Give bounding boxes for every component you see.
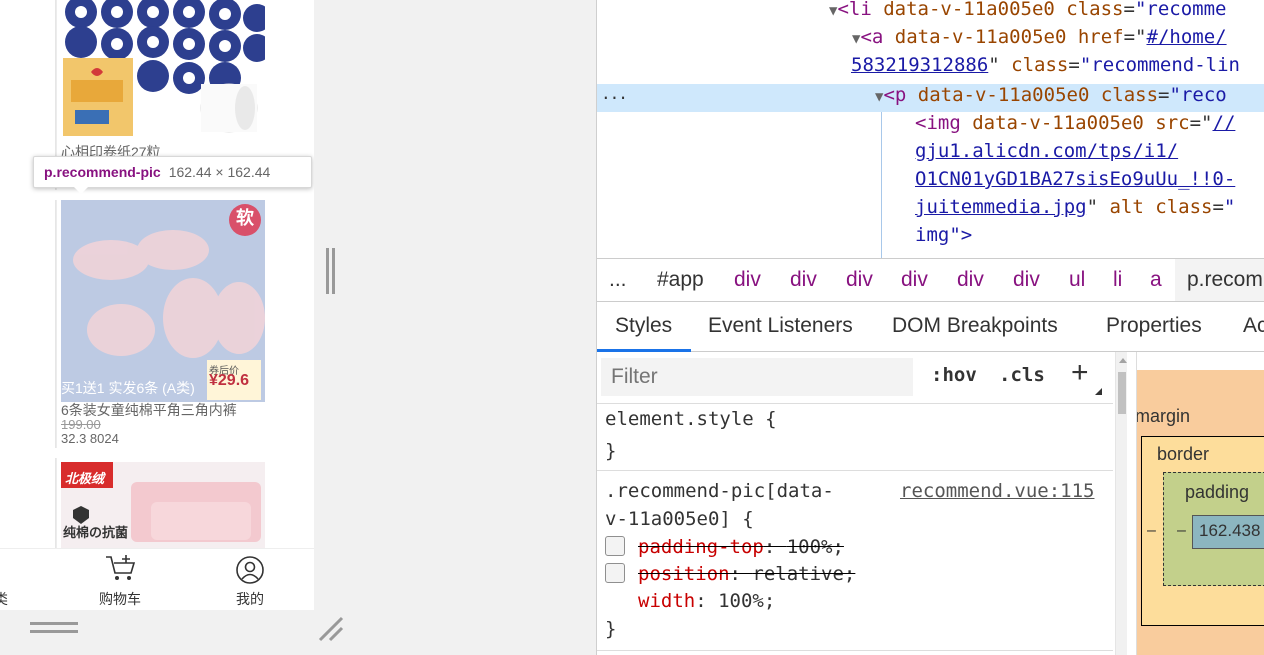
content-size-value: 162.438 — [1199, 521, 1261, 540]
promo-text: 买1送1 实发6条 (A类) — [61, 380, 195, 396]
element-style-close: } — [605, 440, 617, 462]
tab-properties[interactable]: Properties — [1106, 314, 1202, 338]
tooltip-arrow — [74, 187, 88, 194]
product-label: 纯棉の抗菌 — [63, 525, 129, 540]
style-property[interactable]: width: 100%; — [638, 590, 775, 612]
img-src-line[interactable]: juitemmedia.jpg" alt class=" — [915, 196, 1235, 218]
filter-input[interactable] — [601, 358, 913, 396]
user-icon — [236, 556, 264, 584]
styles-scrollbar[interactable] — [1115, 352, 1127, 655]
box-model-diagram: margin border padding – – 162.438 — [1136, 352, 1264, 655]
tab-accessibility[interactable]: Ac — [1243, 314, 1264, 338]
breadcrumb-item[interactable]: div — [957, 268, 984, 292]
breadcrumb-item[interactable]: div — [846, 268, 873, 292]
border-label: border — [1157, 444, 1210, 464]
cls-toggle[interactable]: .cls — [999, 364, 1045, 386]
breadcrumb-item[interactable]: div — [734, 268, 761, 292]
style-property-row[interactable] — [605, 563, 625, 588]
tab-label: 购物车 — [99, 591, 141, 607]
rule-selector-cont[interactable]: v-11a005e0] { — [605, 508, 754, 530]
scrollbar-thumb[interactable] — [1118, 372, 1126, 414]
product-card[interactable]: 软 券后价 ¥29.6 买1送1 实发6条 (A类) 6条装女童纯棉平角三角内裤… — [56, 200, 314, 448]
dom-node-li[interactable]: ▼<li data-v-11a005e0 class="recomme — [829, 0, 1226, 20]
margin-left-value: – — [1147, 522, 1156, 539]
padding-label: padding — [1185, 482, 1250, 502]
soft-badge: 软 — [236, 208, 254, 229]
elements-tree: ▼<li data-v-11a005e0 class="recomme ▼<a … — [597, 0, 1264, 258]
tooltip-size: 162.44 × 162.44 — [168, 164, 271, 180]
styles-pane: :hov .cls + element.style { } .recommend… — [597, 352, 1127, 655]
original-price: 199.00 — [61, 417, 101, 432]
margin-label: margin — [1136, 406, 1191, 426]
hov-toggle[interactable]: :hov — [931, 364, 977, 386]
breadcrumb-item[interactable]: div — [1013, 268, 1040, 292]
tab-profile[interactable]: 我的 — [218, 553, 282, 610]
breadcrumb: ... #app div div div div div div ul li a… — [597, 258, 1264, 302]
rule-source-link[interactable]: recommend.vue:115 — [900, 480, 1094, 502]
style-property[interactable]: position: relative; — [638, 563, 855, 585]
img-tag-end: img"> — [915, 224, 973, 246]
breadcrumb-item: p.recom — [1187, 268, 1263, 291]
cart-icon — [106, 555, 136, 580]
divider — [597, 650, 1113, 651]
brand-label: 北极绒 — [65, 471, 105, 486]
element-inspect-tooltip: p.recommend-pic 162.44 × 162.44 — [33, 156, 312, 188]
resize-corner-icon[interactable] — [318, 616, 346, 642]
property-checkbox[interactable] — [605, 536, 625, 556]
breadcrumb-item[interactable]: ul — [1069, 268, 1085, 292]
devtools-panel: ▼<li data-v-11a005e0 class="recomme ▼<a … — [596, 0, 1264, 655]
tab-dom-breakpoints[interactable]: DOM Breakpoints — [892, 314, 1058, 338]
left-column — [0, 200, 56, 448]
product-card[interactable]: 北极绒 纯棉の抗菌 — [56, 458, 314, 548]
filter-input-wrap[interactable] — [601, 358, 913, 396]
price-tag-value: ¥29.6 — [209, 372, 250, 389]
resize-handle-horizontal[interactable] — [30, 622, 78, 636]
img-src-line[interactable]: gju1.alicdn.com/tps/i1/ — [915, 140, 1178, 162]
tree-guide — [881, 112, 882, 258]
dom-node-img[interactable]: <img data-v-11a005e0 src="// — [915, 112, 1235, 134]
tab-cart[interactable]: 购物车 — [88, 553, 152, 610]
style-property-row[interactable] — [605, 536, 625, 561]
new-style-rule-button[interactable]: + — [1071, 356, 1089, 390]
bottom-tabbar: 类 购物车 我的 — [0, 548, 314, 610]
resize-handle-vertical[interactable] — [326, 248, 336, 294]
tab-label: 类 — [0, 591, 8, 607]
breadcrumb-item[interactable]: div — [790, 268, 817, 292]
sidebar-tabs: Styles Event Listeners DOM Breakpoints P… — [597, 302, 1264, 352]
new-rule-menu-icon — [1095, 388, 1102, 395]
property-checkbox[interactable] — [605, 563, 625, 583]
scroll-up-icon[interactable] — [1119, 358, 1127, 363]
dom-node-a[interactable]: ▼<a data-v-11a005e0 href="#/home/ — [852, 26, 1227, 48]
device-viewport: 心相印卷纸27粒 软 券后价 ¥29.6 买1送1 实发6条 (A类) 6条装女… — [0, 0, 350, 655]
tooltip-selector: p.recommend-pic — [44, 164, 161, 180]
dom-node-p[interactable]: ▼<p data-v-11a005e0 class="reco — [875, 84, 1227, 106]
tab-label: 我的 — [236, 591, 264, 607]
rule-close: } — [605, 618, 617, 640]
breadcrumb-item[interactable]: a — [1150, 268, 1162, 292]
breadcrumb-item[interactable]: ... — [609, 268, 627, 292]
breadcrumb-current[interactable]: p.recom — [1175, 259, 1264, 301]
node-ellipsis[interactable]: ... — [601, 84, 628, 103]
breadcrumb-item[interactable]: div — [901, 268, 928, 292]
style-property[interactable]: padding-top: 100%; — [638, 536, 844, 558]
dom-node-a-cont[interactable]: 583219312886" class="recommend-lin — [851, 54, 1240, 76]
divider — [597, 403, 1113, 404]
tab-styles[interactable]: Styles — [615, 314, 672, 338]
element-style-selector[interactable]: element.style { — [605, 408, 777, 430]
tab-event-listeners[interactable]: Event Listeners — [708, 314, 853, 338]
padding-left-value: – — [1177, 522, 1186, 539]
breadcrumb-item[interactable]: #app — [657, 268, 704, 292]
rule-selector[interactable]: .recommend-pic[data- — [605, 480, 834, 502]
left-column — [0, 458, 56, 548]
img-src-line[interactable]: O1CN01yGD1BA27sisEo9uUu_!!0- — [915, 168, 1235, 190]
breadcrumb-item[interactable]: li — [1113, 268, 1122, 292]
tab-category[interactable]: 类 — [0, 553, 12, 610]
grid-icon — [0, 553, 12, 583]
mobile-page: 心相印卷纸27粒 软 券后价 ¥29.6 买1送1 实发6条 (A类) 6条装女… — [0, 0, 314, 610]
sales-info: 32.3 8024 — [61, 431, 119, 446]
divider — [597, 470, 1113, 471]
product-image — [61, 0, 265, 140]
product-name: 6条装女童纯棉平角三角内裤 — [61, 402, 237, 418]
